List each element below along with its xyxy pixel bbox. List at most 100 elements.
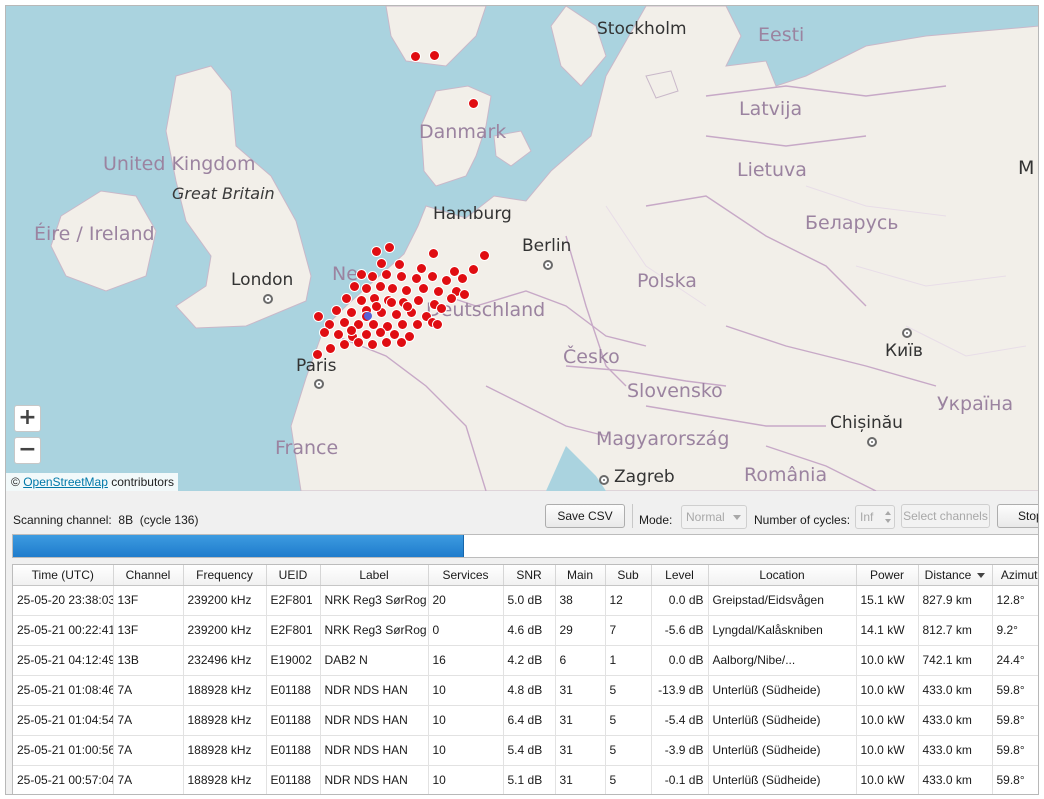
transmitter-marker[interactable] (371, 246, 382, 257)
transmitter-marker[interactable] (428, 248, 439, 259)
table-cell: 15.1 kW (856, 585, 919, 616)
column-header-frequency[interactable]: Frequency (183, 565, 267, 586)
table-cell: 12.8° (992, 585, 1038, 616)
transmitter-marker[interactable] (418, 283, 429, 294)
transmitter-marker[interactable] (441, 275, 452, 286)
transmitter-marker[interactable] (396, 271, 407, 282)
table-row[interactable]: 25-05-20 23:38:03 13F 239200 kHz E2F801 NRK … (13, 585, 1038, 616)
transmitter-marker[interactable] (387, 283, 398, 294)
transmitter-marker[interactable] (401, 285, 412, 296)
transmitter-marker[interactable] (353, 337, 364, 348)
transmitter-marker[interactable] (429, 50, 440, 61)
transmitter-marker[interactable] (349, 281, 360, 292)
transmitter-marker[interactable] (396, 337, 407, 348)
table-row[interactable]: 25-05-21 00:22:41 13F 239200 kHz E2F801 NRK … (13, 615, 1038, 646)
paris-city-dot (314, 379, 324, 389)
column-header-main[interactable]: Main (555, 565, 606, 586)
transmitter-marker[interactable] (319, 327, 330, 338)
transmitter-marker[interactable] (432, 319, 443, 330)
table-row[interactable]: 25-05-21 01:04:54 7A 188928 kHz E01188 NDR N… (13, 705, 1038, 736)
transmitter-marker[interactable] (468, 264, 479, 275)
transmitter-marker[interactable] (394, 259, 405, 270)
transmitter-marker[interactable] (346, 325, 357, 336)
table-row[interactable]: 25-05-21 04:12:49 13B 232496 kHz E19002 DAB2… (13, 645, 1038, 676)
column-header-azimuth[interactable]: Azimuth (992, 565, 1038, 586)
transmitter-marker[interactable] (479, 250, 490, 261)
cycles-spinner[interactable]: Inf (855, 505, 895, 529)
transmitter-marker[interactable] (468, 98, 479, 109)
kyiv-city-dot (902, 328, 912, 338)
zoom-out-button[interactable]: − (14, 437, 41, 464)
transmitter-marker[interactable] (386, 297, 397, 308)
transmitter-marker[interactable] (411, 273, 422, 284)
results-table[interactable]: Time (UTC) Channel Frequency UEID Label Servi… (12, 564, 1038, 794)
transmitter-marker[interactable] (313, 311, 324, 322)
transmitter-marker[interactable] (346, 307, 357, 318)
column-header-sub[interactable]: Sub (605, 565, 652, 586)
table-cell: 5 (605, 675, 652, 706)
column-header-ueid[interactable]: UEID (266, 565, 321, 586)
map-label-cesko: Česko (563, 346, 620, 368)
column-header-location[interactable]: Location (708, 565, 857, 586)
zoom-in-button[interactable]: + (14, 405, 41, 432)
map-label-belarus: Беларусь (805, 212, 899, 234)
transmitter-marker[interactable] (459, 289, 470, 300)
table-row[interactable]: 25-05-21 01:00:56 7A 188928 kHz E01188 NDR N… (13, 735, 1038, 766)
transmitter-marker[interactable] (331, 305, 342, 316)
column-header-services[interactable]: Services (428, 565, 504, 586)
table-row[interactable]: 25-05-21 01:08:46 7A 188928 kHz E01188 NDR N… (13, 675, 1038, 706)
table-cell: 188928 kHz (183, 705, 267, 736)
select-channels-button[interactable]: Select channels (901, 504, 990, 528)
table-cell: 31 (555, 705, 606, 736)
receiver-location-marker[interactable] (364, 312, 372, 320)
progress-fill (13, 535, 465, 557)
stop-button[interactable]: Stop (997, 504, 1038, 528)
transmitter-marker[interactable] (381, 337, 392, 348)
column-header-time-utc[interactable]: Time (UTC) (13, 565, 114, 586)
transmitter-marker[interactable] (371, 301, 382, 312)
transmitter-marker[interactable] (433, 286, 444, 297)
map-view[interactable]: Stockholm Eesti Danmark Latvija United K… (6, 6, 1038, 491)
table-cell: NRK Reg3 SørRog (320, 615, 429, 646)
transmitter-marker[interactable] (376, 258, 387, 269)
table-cell: DAB2 N (320, 645, 429, 676)
map-label-france: France (275, 437, 339, 459)
transmitter-marker[interactable] (381, 269, 392, 280)
transmitter-marker[interactable] (367, 271, 378, 282)
transmitter-marker[interactable] (397, 319, 408, 330)
transmitter-marker[interactable] (312, 349, 323, 360)
transmitter-marker[interactable] (446, 293, 457, 304)
column-header-power[interactable]: Power (856, 565, 919, 586)
transmitter-marker[interactable] (367, 339, 378, 350)
column-header-snr[interactable]: SNR (503, 565, 556, 586)
table-cell: 188928 kHz (183, 735, 267, 766)
transmitter-marker[interactable] (339, 339, 350, 350)
transmitter-marker[interactable] (427, 271, 438, 282)
transmitter-marker[interactable] (325, 343, 336, 354)
table-cell: 12 (605, 585, 652, 616)
transmitter-marker[interactable] (402, 301, 413, 312)
column-header-channel[interactable]: Channel (113, 565, 184, 586)
transmitter-marker[interactable] (436, 303, 447, 314)
mode-select[interactable]: Normal (681, 505, 747, 529)
transmitter-marker[interactable] (413, 295, 424, 306)
transmitter-marker[interactable] (356, 269, 367, 280)
transmitter-marker[interactable] (384, 242, 395, 253)
transmitter-marker[interactable] (410, 51, 421, 62)
table-cell: 239200 kHz (183, 615, 267, 646)
transmitter-marker[interactable] (457, 273, 468, 284)
transmitter-marker[interactable] (412, 319, 423, 330)
transmitter-marker[interactable] (375, 281, 386, 292)
map-label-berlin: Berlin (522, 236, 572, 256)
openstreetmap-link[interactable]: OpenStreetMap (23, 475, 108, 489)
column-header-distance[interactable]: Distance (918, 565, 993, 586)
table-row[interactable]: 25-05-21 00:57:04 7A 188928 kHz E01188 NDR N… (13, 765, 1038, 794)
table-cell: 10.0 kW (856, 735, 919, 766)
table-cell: 10.0 kW (856, 645, 919, 676)
save-csv-button[interactable]: Save CSV (545, 504, 625, 528)
table-cell: 13F (113, 615, 184, 646)
transmitter-marker[interactable] (361, 283, 372, 294)
column-header-label[interactable]: Label (320, 565, 429, 586)
column-header-level[interactable]: Level (651, 565, 709, 586)
transmitter-marker[interactable] (341, 293, 352, 304)
